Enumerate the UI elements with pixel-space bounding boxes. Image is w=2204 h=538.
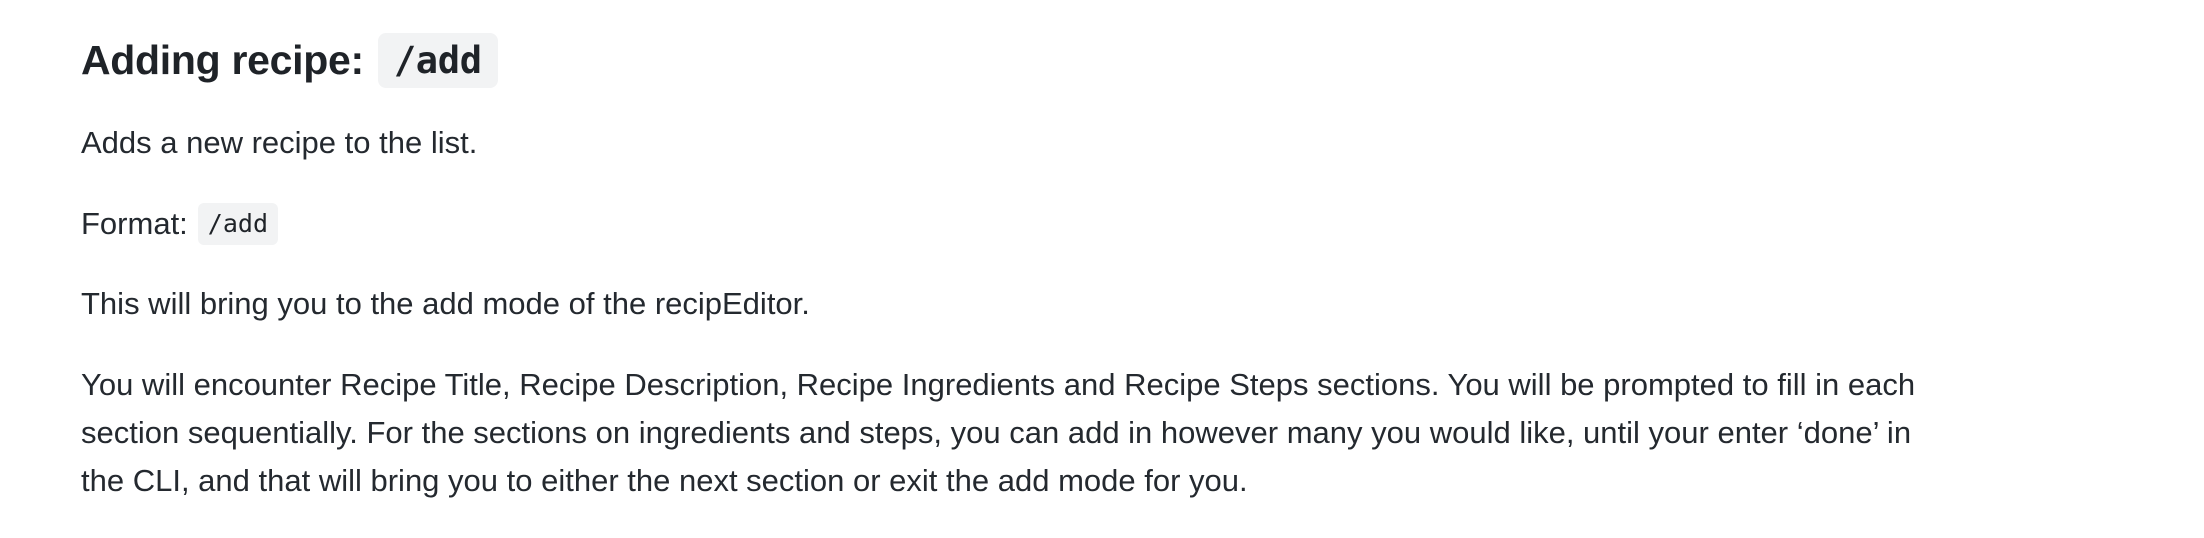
mode-note-paragraph: This will bring you to the add mode of t… [81,286,810,321]
heading-text: Adding recipe: [81,36,364,83]
heading-command-code: /add [377,32,498,88]
description-paragraph: Adds a new recipe to the list. [81,125,478,160]
details-line-2: section sequentially. For the sections o… [81,415,1912,450]
format-paragraph: Format: /add [81,200,279,248]
details-line-3: the CLI, and that will bring you to eith… [81,463,1248,498]
format-command-code: /add [197,203,279,245]
format-label: Format: [81,206,188,241]
details-line-1: You will encounter Recipe Title, Recipe … [81,367,1916,402]
details-paragraph: You will encounter Recipe Title, Recipe … [81,361,2101,505]
section-heading: Adding recipe: /add [81,28,498,92]
